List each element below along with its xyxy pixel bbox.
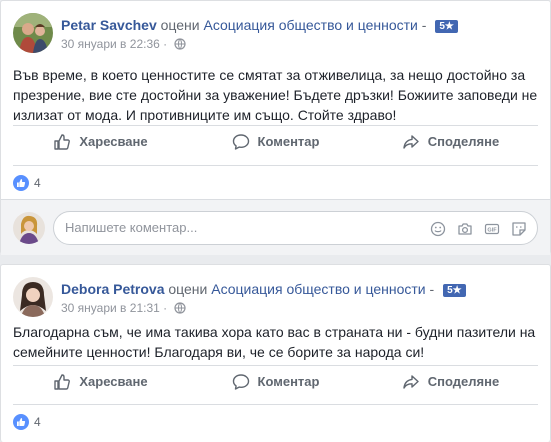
post-title-line: Debora Petrova оцени Асоциация общество … — [61, 280, 466, 298]
post-card: Petar Savchev оцени Асоциация общество и… — [0, 0, 551, 255]
action-verb: оцени — [164, 281, 212, 297]
post-meta: 30 януари в 22:36 · — [61, 36, 187, 54]
reactions-bar[interactable]: 4 — [13, 165, 538, 199]
page-name-link[interactable]: Асоциация общество и ценности — [211, 281, 425, 297]
reaction-count: 4 — [34, 175, 41, 190]
meta-separator: · — [159, 37, 171, 51]
rating-badge: 5★ — [435, 20, 458, 33]
post-timestamp[interactable]: 30 януари в 22:36 — [61, 37, 160, 51]
like-reaction-icon — [13, 413, 29, 430]
author-name[interactable]: Debora Petrova — [61, 281, 164, 297]
page-name-link[interactable]: Асоциация общество и ценности — [204, 17, 418, 33]
rating-badge: 5★ — [443, 284, 466, 297]
thumbs-up-icon — [54, 373, 71, 390]
comment-box[interactable]: GIF — [53, 211, 538, 245]
comment-label: Коментар — [257, 134, 320, 149]
comment-tools: GIF — [421, 219, 529, 239]
share-arrow-icon — [403, 134, 419, 149]
post-card: Debora Petrova оцени Асоциация общество … — [0, 264, 551, 442]
comment-input[interactable] — [65, 220, 365, 235]
comment-bubble-icon — [232, 373, 249, 390]
title-separator: - — [417, 17, 431, 33]
comment-composer: GIF — [1, 199, 550, 255]
post-meta: 30 януари в 21:31 · — [61, 300, 187, 318]
viewer-avatar[interactable] — [13, 212, 45, 244]
like-label: Харесване — [79, 374, 148, 389]
emoji-icon[interactable] — [428, 219, 448, 239]
comment-label: Коментар — [257, 374, 320, 389]
svg-text:GIF: GIF — [487, 228, 497, 234]
like-button[interactable]: Харесване — [13, 366, 188, 397]
gif-icon[interactable]: GIF — [482, 219, 502, 239]
reactions-bar[interactable]: 4 — [13, 404, 538, 438]
meta-separator: · — [159, 301, 171, 315]
post-actions: Харесване Коментар Споделяне — [13, 125, 538, 157]
share-button[interactable]: Споделяне — [363, 366, 538, 397]
share-arrow-icon — [403, 374, 419, 389]
post-body-text: Във време, в което ценностите се смятат … — [13, 67, 538, 123]
author-avatar[interactable] — [13, 13, 53, 53]
post-timestamp[interactable]: 30 януари в 21:31 — [61, 301, 160, 315]
title-separator: - — [425, 281, 439, 297]
post-title-line: Petar Savchev оцени Асоциация общество и… — [61, 16, 458, 34]
share-label: Споделяне — [427, 134, 500, 149]
author-name[interactable]: Petar Savchev — [61, 17, 157, 33]
globe-icon — [174, 38, 187, 54]
like-label: Харесване — [79, 134, 148, 149]
action-verb: оцени — [156, 17, 204, 33]
post-actions: Харесване Коментар Споделяне — [13, 365, 538, 397]
like-button[interactable]: Харесване — [13, 126, 188, 157]
comment-button[interactable]: Коментар — [188, 126, 363, 157]
reaction-count: 4 — [34, 414, 41, 429]
comment-bubble-icon — [232, 133, 249, 150]
sticker-icon[interactable] — [509, 219, 529, 239]
post-body-text: Благодарна съм, че има такива хора като … — [13, 324, 536, 360]
camera-icon[interactable] — [455, 219, 475, 239]
like-reaction-icon — [13, 174, 29, 191]
share-label: Споделяне — [427, 374, 500, 389]
author-avatar[interactable] — [13, 277, 53, 317]
thumbs-up-icon — [54, 133, 71, 150]
share-button[interactable]: Споделяне — [363, 126, 538, 157]
comment-button[interactable]: Коментар — [188, 366, 363, 397]
globe-icon — [174, 302, 187, 318]
